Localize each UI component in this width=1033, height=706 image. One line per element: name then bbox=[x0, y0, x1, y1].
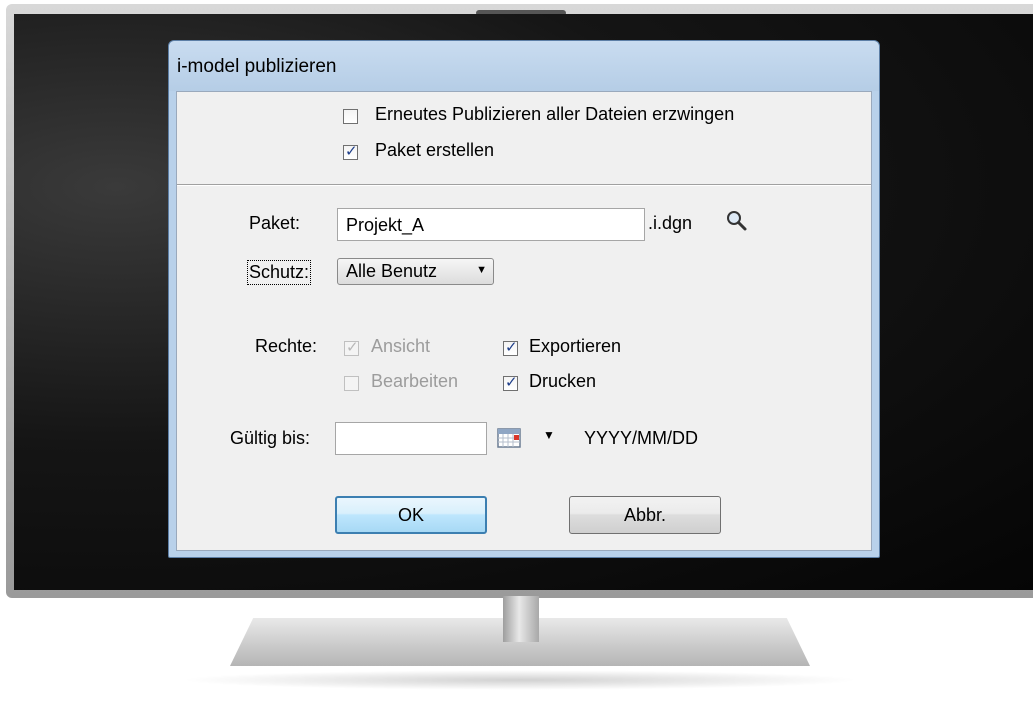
force-republish-label[interactable]: Erneutes Publizieren aller Dateien erzwi… bbox=[375, 104, 734, 125]
dialog-titlebar[interactable]: i-model publizieren bbox=[169, 41, 879, 91]
checkmark-icon: ✓ bbox=[345, 143, 358, 160]
edit-right-checkbox[interactable] bbox=[344, 376, 359, 391]
edit-right-label: Bearbeiten bbox=[371, 371, 459, 391]
dialog-client-area: Erneutes Publizieren aller Dateien erzwi… bbox=[176, 91, 872, 551]
monitor-stand-neck bbox=[503, 596, 539, 642]
rights-label: Rechte: bbox=[255, 336, 318, 356]
create-package-label[interactable]: Paket erstellen bbox=[375, 140, 494, 161]
create-package-checkbox[interactable]: ✓ bbox=[343, 143, 358, 160]
protection-selected-value: Alle Benutz bbox=[346, 261, 438, 281]
valid-until-input[interactable] bbox=[335, 422, 487, 455]
checkmark-icon: ✓ bbox=[505, 339, 518, 356]
view-right-label: Ansicht bbox=[371, 336, 431, 356]
calendar-icon[interactable] bbox=[497, 426, 521, 448]
force-republish-checkbox[interactable] bbox=[343, 109, 358, 124]
print-right-checkbox[interactable]: ✓ bbox=[503, 374, 518, 391]
protection-label: Schutz: bbox=[246, 260, 312, 285]
checkmark-icon: ✓ bbox=[346, 339, 359, 356]
magnifier-icon[interactable] bbox=[725, 209, 749, 233]
view-right-checkbox[interactable]: ✓ bbox=[344, 339, 359, 356]
export-right-label[interactable]: Exportieren bbox=[529, 336, 621, 357]
cancel-button[interactable]: Abbr. bbox=[569, 496, 721, 534]
date-format-hint: YYYY/MM/DD bbox=[584, 428, 699, 448]
package-label: Paket: bbox=[249, 213, 301, 233]
publish-dialog: i-model publizieren Erneutes Publizieren… bbox=[168, 40, 880, 558]
ok-button[interactable]: OK bbox=[335, 496, 487, 534]
print-right-label[interactable]: Drucken bbox=[529, 371, 596, 392]
date-dropdown-arrow-icon[interactable]: ▼ bbox=[543, 428, 555, 442]
stand-shadow bbox=[180, 670, 860, 690]
valid-until-label: Gültig bis: bbox=[230, 428, 311, 448]
package-suffix: .i.dgn bbox=[648, 213, 693, 233]
dialog-title: i-model publizieren bbox=[177, 56, 337, 77]
export-right-checkbox[interactable]: ✓ bbox=[503, 339, 518, 356]
protection-dropdown[interactable]: Alle Benutz ▼ bbox=[337, 258, 494, 285]
checkmark-icon: ✓ bbox=[505, 374, 518, 391]
chevron-down-icon: ▼ bbox=[476, 264, 487, 276]
package-name-input[interactable]: Projekt_A bbox=[337, 208, 645, 241]
separator bbox=[177, 184, 871, 186]
